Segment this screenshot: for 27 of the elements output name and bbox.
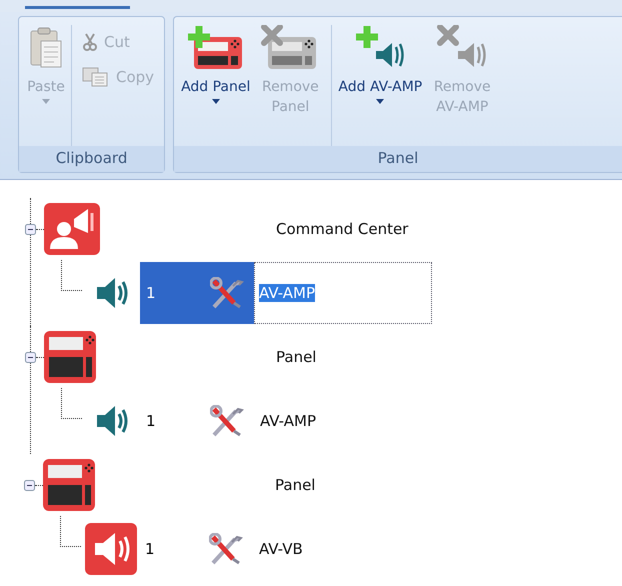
collapse-toggle[interactable] xyxy=(25,352,36,362)
tools-icon xyxy=(210,405,244,437)
tree-row[interactable]: 1 xyxy=(140,262,254,324)
tree-row[interactable]: 1 xyxy=(139,518,253,580)
person-speaker-icon xyxy=(44,203,100,255)
tree-node-label[interactable]: Command Center xyxy=(276,220,408,238)
number-cell-text: 1 xyxy=(145,540,156,558)
tree-node-label[interactable]: Panel xyxy=(276,348,316,366)
speaker-icon xyxy=(85,523,137,575)
scissors-icon xyxy=(82,33,98,51)
speaker-icon xyxy=(95,404,129,438)
collapse-toggle[interactable] xyxy=(25,224,36,234)
tree-node-label[interactable]: Panel xyxy=(275,476,316,494)
collapse-toggle[interactable] xyxy=(24,480,35,490)
tools-icon xyxy=(209,533,243,565)
copy-icon xyxy=(82,67,110,87)
tree-node-label[interactable]: AV-AMP xyxy=(260,412,316,430)
number-cell-text: 1 xyxy=(146,284,157,302)
tree-row[interactable]: 1 xyxy=(140,390,254,452)
ribbon-button[interactable]: Add Panel xyxy=(178,25,254,146)
tools-icon xyxy=(210,277,244,309)
group-label: Panel xyxy=(174,146,622,172)
number-cell-text: 1 xyxy=(146,412,157,430)
speaker-icon xyxy=(95,276,129,310)
group-label: Clipboard xyxy=(19,146,164,172)
tree-node-label[interactable]: AV-VB xyxy=(259,540,303,558)
name-input-field[interactable]: AV-AMP xyxy=(254,262,432,324)
